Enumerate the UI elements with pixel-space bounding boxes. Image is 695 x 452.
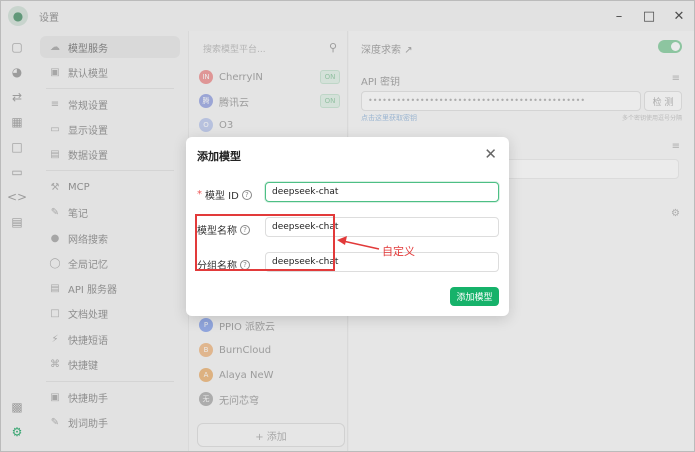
add-model-button[interactable]: 添加模型: [450, 287, 499, 306]
annotation-highlight-box: [195, 214, 335, 271]
annotation-label: 自定义: [382, 245, 415, 258]
model-id-label: * 模型 ID ?: [197, 187, 252, 202]
annotation-arrow: [337, 236, 380, 250]
close-icon[interactable]: ✕: [484, 145, 497, 163]
required-marker: *: [197, 189, 202, 200]
app-window: ● 设置 – □ ✕ ▢ ◕ ⇄ ▦ □ ▭ <> ▤ ▩ ⚙ ☁ 模型服务 ▣ 默…: [0, 0, 695, 452]
help-icon[interactable]: ?: [241, 189, 252, 200]
dialog-title: 添加模型: [197, 150, 241, 163]
model-id-input[interactable]: deepseek-chat: [265, 182, 499, 202]
